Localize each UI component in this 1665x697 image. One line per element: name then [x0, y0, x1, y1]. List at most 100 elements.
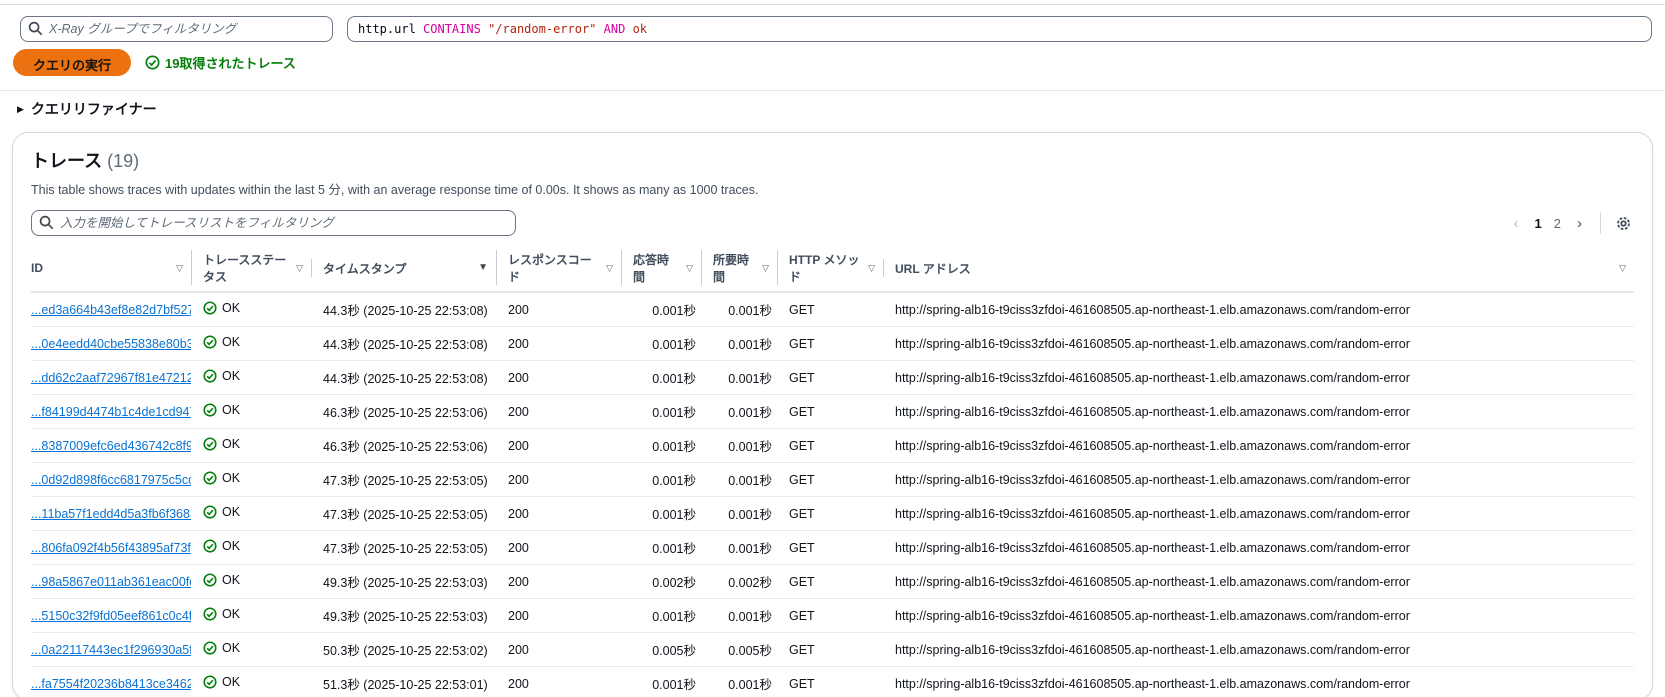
trace-id-link[interactable]: ...f84199d4474b1c4de1cd947b [31, 405, 191, 419]
sort-icon: ▽ [868, 264, 875, 273]
trace-id-link[interactable]: ...5150c32f9fd05eef861c0c4f [31, 609, 191, 623]
expand-caret-icon: ▶ [17, 104, 24, 115]
response-code-cell: 200 [496, 531, 621, 565]
status-ok-icon [203, 505, 217, 519]
status-indicator: OK [203, 641, 240, 655]
status-ok-icon [203, 437, 217, 451]
column-header-response-code[interactable]: レスポンスコード▽ [496, 246, 621, 292]
status-ok-icon [203, 675, 217, 689]
duration-cell: 0.001秒 [701, 292, 777, 327]
table-row: ...8387009efc6ed436742c8f9e OK 46.3秒 (20… [31, 429, 1634, 463]
column-header-url[interactable]: URL アドレス▽ [883, 246, 1634, 292]
response-time-cell: 0.001秒 [621, 361, 701, 395]
http-method-cell: GET [777, 667, 883, 697]
response-time-cell: 0.001秒 [621, 667, 701, 697]
table-row: ...0d92d898f6cc6817975c5cd3 OK 47.3秒 (20… [31, 463, 1634, 497]
trace-id-link[interactable]: ...fa7554f20236b8413ce3462b [31, 677, 191, 691]
run-query-button[interactable]: クエリの実行 [13, 49, 131, 76]
duration-cell: 0.001秒 [701, 463, 777, 497]
query-token-keyword: CONTAINS [423, 22, 488, 36]
search-icon [28, 21, 43, 36]
xray-group-filter [20, 16, 333, 42]
timestamp-cell: 44.3秒 (2025-10-25 22:53:08) [311, 292, 496, 327]
column-header-duration[interactable]: 所要時間▽ [701, 246, 777, 292]
table-settings-button[interactable] [1613, 213, 1634, 234]
status-indicator: OK [203, 471, 240, 485]
url-cell: http://spring-alb16-t9ciss3zfdoi-4616085… [883, 531, 1634, 565]
status-indicator: OK [203, 301, 240, 315]
duration-cell: 0.001秒 [701, 429, 777, 463]
response-time-cell: 0.001秒 [621, 531, 701, 565]
status-indicator: OK [203, 437, 240, 451]
status-ok-icon [203, 335, 217, 349]
url-cell: http://spring-alb16-t9ciss3zfdoi-4616085… [883, 429, 1634, 463]
trace-id-link[interactable]: ...8387009efc6ed436742c8f9e [31, 439, 191, 453]
search-icon [39, 215, 54, 230]
next-page-button[interactable]: › [1571, 213, 1588, 234]
url-cell: http://spring-alb16-t9ciss3zfdoi-4616085… [883, 497, 1634, 531]
column-header-timestamp[interactable]: タイムスタンプ▼ [311, 246, 496, 292]
trace-id-link[interactable]: ...0e4eedd40cbe55838e80b3a6 [31, 337, 191, 351]
column-header-trace-status[interactable]: トレースステータス▽ [191, 246, 311, 292]
success-check-icon [145, 55, 160, 70]
status-indicator: OK [203, 335, 240, 349]
trace-id-link[interactable]: ...0a22117443ec1f296930a5f2 [31, 643, 191, 657]
url-cell: http://spring-alb16-t9ciss3zfdoi-4616085… [883, 599, 1634, 633]
response-code-cell: 200 [496, 463, 621, 497]
trace-id-link[interactable]: ...11ba57f1edd4d5a3fb6f3683 [31, 507, 191, 521]
http-method-cell: GET [777, 633, 883, 667]
timestamp-cell: 49.3秒 (2025-10-25 22:53:03) [311, 565, 496, 599]
trace-id-link[interactable]: ...ed3a664b43ef8e82d7bf527b [31, 303, 191, 317]
table-row: ...ed3a664b43ef8e82d7bf527b OK 44.3秒 (20… [31, 292, 1634, 327]
query-refiner-expander[interactable]: ▶ クエリリファイナー [0, 91, 1665, 119]
column-header-http-method[interactable]: HTTP メソッド▽ [777, 246, 883, 292]
traces-panel: トレース (19) This table shows traces with u… [12, 132, 1653, 697]
url-cell: http://spring-alb16-t9ciss3zfdoi-4616085… [883, 463, 1634, 497]
duration-cell: 0.001秒 [701, 327, 777, 361]
page-button-1[interactable]: 1 [1529, 214, 1548, 233]
status-ok-icon [203, 641, 217, 655]
duration-cell: 0.001秒 [701, 497, 777, 531]
previous-page-button[interactable]: ‹ [1508, 213, 1525, 234]
status-ok-icon [203, 607, 217, 621]
query-token-string: "/random-error" [488, 22, 604, 36]
query-refiner-label: クエリリファイナー [31, 99, 157, 119]
status-ok-icon [203, 539, 217, 553]
url-cell: http://spring-alb16-t9ciss3zfdoi-4616085… [883, 327, 1634, 361]
status-indicator: OK [203, 539, 240, 553]
query-action-row: クエリの実行 19取得されたトレース [0, 42, 1665, 76]
column-header-id[interactable]: ID▽ [31, 246, 191, 292]
trace-id-link[interactable]: ...dd62c2aaf72967f81e472123 [31, 371, 191, 385]
query-token-string: ok [633, 22, 647, 36]
status-label: OK [222, 471, 240, 485]
url-cell: http://spring-alb16-t9ciss3zfdoi-4616085… [883, 667, 1634, 697]
xray-group-filter-input[interactable] [20, 16, 333, 42]
page-button-2[interactable]: 2 [1548, 214, 1567, 233]
panel-title: トレース (19) [31, 147, 1634, 173]
table-row: ...0e4eedd40cbe55838e80b3a6 OK 44.3秒 (20… [31, 327, 1634, 361]
trace-list-filter-input[interactable] [31, 210, 516, 236]
response-code-cell: 200 [496, 497, 621, 531]
timestamp-cell: 44.3秒 (2025-10-25 22:53:08) [311, 327, 496, 361]
timestamp-cell: 47.3秒 (2025-10-25 22:53:05) [311, 531, 496, 565]
trace-id-link[interactable]: ...806fa092f4b56f43895af73f [31, 541, 191, 555]
query-token-keyword: AND [604, 22, 633, 36]
timestamp-cell: 44.3秒 (2025-10-25 22:53:08) [311, 361, 496, 395]
timestamp-cell: 46.3秒 (2025-10-25 22:53:06) [311, 429, 496, 463]
response-time-cell: 0.001秒 [621, 327, 701, 361]
url-cell: http://spring-alb16-t9ciss3zfdoi-4616085… [883, 395, 1634, 429]
trace-query-editor[interactable]: http.url CONTAINS "/random-error" AND ok [347, 16, 1652, 42]
status-indicator: OK [203, 675, 240, 689]
duration-cell: 0.005秒 [701, 633, 777, 667]
trace-id-link[interactable]: ...98a5867e011ab361eac00fe6 [31, 575, 191, 589]
response-code-cell: 200 [496, 327, 621, 361]
http-method-cell: GET [777, 429, 883, 463]
status-ok-icon [203, 573, 217, 587]
trace-id-link[interactable]: ...0d92d898f6cc6817975c5cd3 [31, 473, 191, 487]
http-method-cell: GET [777, 463, 883, 497]
response-code-cell: 200 [496, 429, 621, 463]
http-method-cell: GET [777, 497, 883, 531]
status-ok-icon [203, 403, 217, 417]
duration-cell: 0.001秒 [701, 531, 777, 565]
column-header-response-time[interactable]: 応答時間▽ [621, 246, 701, 292]
